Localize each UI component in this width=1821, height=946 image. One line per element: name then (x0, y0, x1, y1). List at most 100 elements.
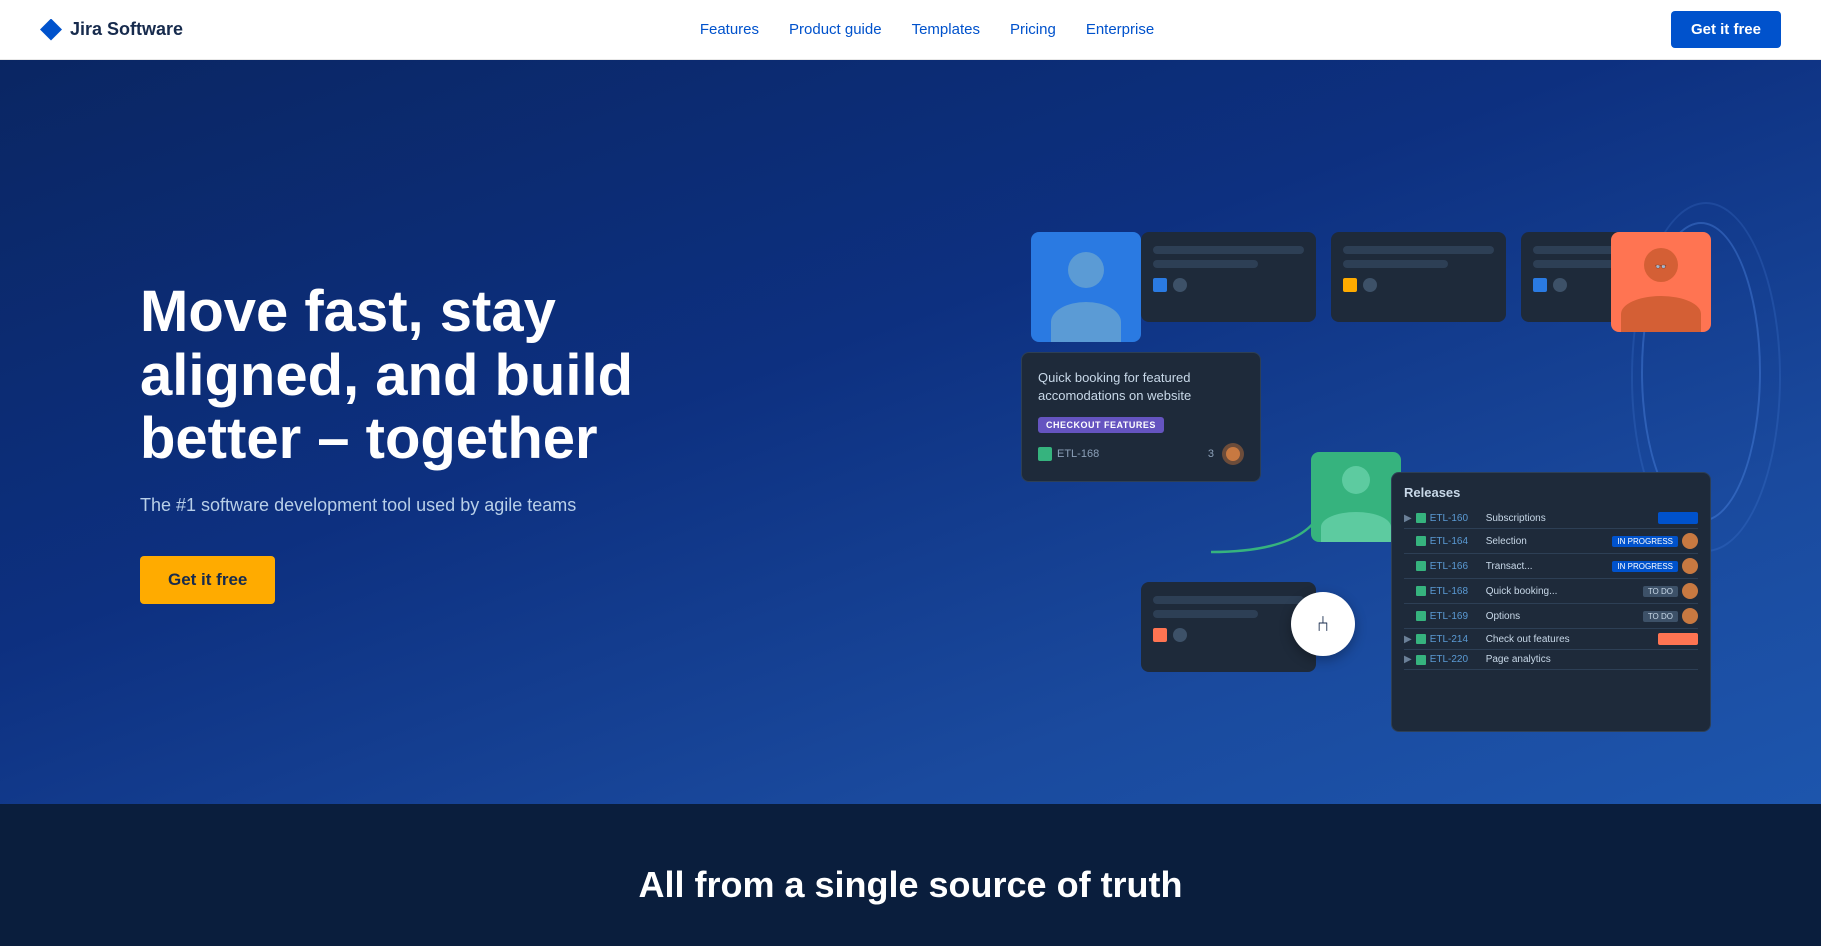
release-bar-orange (1658, 633, 1698, 645)
release-assignee (1682, 608, 1698, 624)
in-progress-badge: IN PROGRESS (1612, 536, 1678, 547)
board-dot-gray (1173, 278, 1187, 292)
jira-diamond-icon (40, 19, 62, 41)
logo-text: Jira Software (70, 19, 183, 40)
todo-badge: TO DO (1643, 611, 1678, 622)
board-dot-gray (1363, 278, 1377, 292)
release-name: Selection (1486, 536, 1609, 547)
nav-cta-button[interactable]: Get it free (1671, 11, 1781, 48)
release-assignee (1682, 583, 1698, 599)
nav-link-product-guide[interactable]: Product guide (789, 21, 882, 38)
release-row: ▶ ETL-169 Options TO DO (1404, 604, 1698, 629)
board-line (1153, 246, 1304, 254)
release-type-icon (1416, 561, 1426, 571)
board-card-1 (1141, 232, 1316, 322)
bottom-title: All from a single source of truth (0, 864, 1821, 906)
release-type-icon (1416, 611, 1426, 621)
avatar-card-blue (1031, 232, 1141, 342)
release-name: Quick booking... (1486, 586, 1639, 597)
issue-card-title: Quick booking for featured accomodations… (1038, 369, 1244, 405)
release-type-icon (1416, 655, 1426, 665)
expand-icon: ▶ (1404, 654, 1412, 665)
release-assignee (1682, 533, 1698, 549)
board-dot-yellow (1343, 278, 1357, 292)
board-dot-gray (1173, 628, 1187, 642)
release-id: ETL-169 (1430, 611, 1482, 622)
release-row: ▶ ETL-214 Check out features (1404, 629, 1698, 650)
release-row: ▶ ETL-160 Subscriptions (1404, 508, 1698, 529)
hero-illustration: 👓 Quick booking for featured accomodatio… (1021, 182, 1741, 702)
issue-assignee-avatar (1222, 443, 1244, 465)
board-dot-blue (1153, 278, 1167, 292)
board-line (1153, 596, 1304, 604)
releases-panel: Releases ▶ ETL-160 Subscriptions ▶ ETL-1… (1391, 472, 1711, 732)
issue-card-footer: ETL-168 3 (1038, 443, 1244, 465)
board-line (1343, 246, 1494, 254)
board-line (1153, 610, 1258, 618)
board-line (1153, 260, 1258, 268)
avatar-head (1068, 252, 1104, 288)
board-card-2 (1331, 232, 1506, 322)
avatar-orange-body (1621, 296, 1701, 332)
release-type-icon (1416, 586, 1426, 596)
release-name: Page analytics (1486, 654, 1698, 665)
issue-id-group: ETL-168 (1038, 447, 1099, 461)
avatar-card-orange: 👓 (1611, 232, 1711, 332)
nav-link-pricing[interactable]: Pricing (1010, 21, 1056, 38)
navbar: Jira Software Features Product guide Tem… (0, 0, 1821, 60)
avatar-green-head (1342, 466, 1370, 494)
expand-icon: ▶ (1404, 513, 1412, 524)
nav-link-enterprise[interactable]: Enterprise (1086, 21, 1154, 38)
hero-cta-button[interactable]: Get it free (140, 556, 275, 604)
release-row: ▶ ETL-220 Page analytics (1404, 650, 1698, 670)
board-dot-gray (1553, 278, 1567, 292)
avatar-body (1051, 302, 1121, 342)
release-progress-bar (1658, 512, 1698, 524)
hero-title: Move fast, stay aligned, and build bette… (140, 280, 700, 471)
release-name: Subscriptions (1486, 513, 1654, 524)
board-card-mini (1141, 582, 1316, 672)
hero-main: Move fast, stay aligned, and build bette… (0, 60, 1821, 804)
issue-id-text: ETL-168 (1057, 448, 1099, 460)
release-type-icon (1416, 634, 1426, 644)
release-assignee (1682, 558, 1698, 574)
hero-section: Move fast, stay aligned, and build bette… (0, 0, 1821, 946)
release-type-icon (1416, 513, 1426, 523)
checkout-badge: CHECKOUT FEATURES (1038, 417, 1164, 433)
avatar-green-body (1321, 512, 1391, 542)
logo-link[interactable]: Jira Software (40, 19, 183, 41)
release-id: ETL-166 (1430, 561, 1482, 572)
board-dots (1331, 278, 1506, 292)
nav-link-templates[interactable]: Templates (912, 21, 980, 38)
merge-icon-card: ⑃ (1291, 592, 1355, 656)
avatar-card-green (1311, 452, 1401, 542)
issue-type-icon (1038, 447, 1052, 461)
board-dots (1141, 628, 1316, 642)
hero-subtitle: The #1 software development tool used by… (140, 495, 700, 516)
releases-title: Releases (1404, 485, 1698, 500)
release-row: ▶ ETL-168 Quick booking... TO DO (1404, 579, 1698, 604)
nav-links: Features Product guide Templates Pricing… (700, 21, 1154, 38)
release-id: ETL-164 (1430, 536, 1482, 547)
in-progress-badge: IN PROGRESS (1612, 561, 1678, 572)
nav-link-features[interactable]: Features (700, 21, 759, 38)
issue-count: 3 (1208, 448, 1214, 460)
board-line (1343, 260, 1448, 268)
release-id: ETL-214 (1430, 634, 1482, 645)
release-row: ▶ ETL-166 Transact... IN PROGRESS (1404, 554, 1698, 579)
hero-copy: Move fast, stay aligned, and build bette… (140, 280, 700, 604)
release-name: Options (1486, 611, 1639, 622)
release-name: Transact... (1486, 561, 1609, 572)
release-type-icon (1416, 536, 1426, 546)
board-dot-blue2 (1533, 278, 1547, 292)
issue-footer-right: 3 (1208, 443, 1244, 465)
expand-icon: ▶ (1404, 634, 1412, 645)
board-dot-orange (1153, 628, 1167, 642)
hero-bottom-section: All from a single source of truth (0, 804, 1821, 946)
glasses-icon: 👓 (1655, 262, 1667, 273)
release-id: ETL-168 (1430, 586, 1482, 597)
release-name: Check out features (1486, 634, 1654, 645)
merge-icon: ⑃ (1316, 611, 1329, 637)
todo-badge: TO DO (1643, 586, 1678, 597)
release-id: ETL-220 (1430, 654, 1482, 665)
